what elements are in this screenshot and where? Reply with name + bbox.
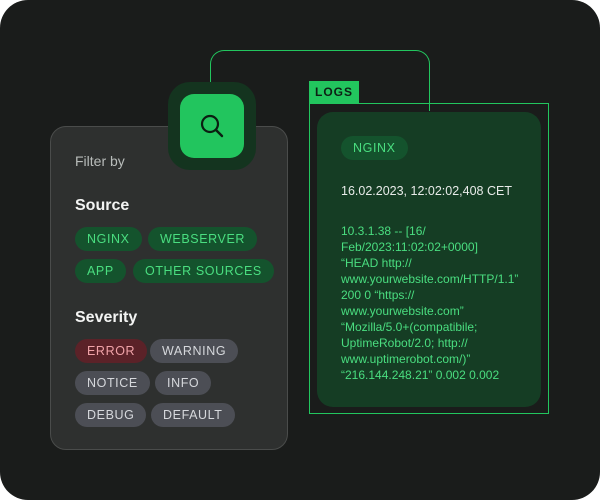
source-tag-nginx[interactable]: NGINX xyxy=(75,227,142,251)
source-tag-app[interactable]: APP xyxy=(75,259,126,283)
log-line: www.yourwebsite.com/HTTP/1.1” xyxy=(341,272,519,286)
filter-panel: Filter by Source NGINX WEBSERVER APP OTH… xyxy=(50,126,288,450)
search-icon xyxy=(200,114,224,138)
filter-title: Filter by xyxy=(75,153,125,169)
log-line: 10.3.1.38 -- [16/ xyxy=(341,224,426,238)
log-timestamp: 16.02.2023, 12:02:02,408 CET xyxy=(341,184,512,198)
log-line: UptimeRobot/2.0; http:// xyxy=(341,336,468,350)
log-source-tag: NGINX xyxy=(341,136,408,160)
log-line: “216.144.248.21” 0.002 0.002 xyxy=(341,368,500,382)
source-tag-webserver[interactable]: WEBSERVER xyxy=(148,227,258,251)
severity-tag-notice[interactable]: NOTICE xyxy=(75,371,150,395)
log-line: 200 0 “https:// xyxy=(341,288,415,302)
severity-heading: Severity xyxy=(75,309,138,326)
search-button-halo xyxy=(168,82,256,170)
search-button[interactable] xyxy=(180,94,244,158)
source-heading: Source xyxy=(75,197,130,214)
severity-tag-debug[interactable]: DEBUG xyxy=(75,403,147,427)
logs-label: LOGS xyxy=(309,81,359,103)
severity-tag-default[interactable]: DEFAULT xyxy=(151,403,235,427)
severity-tag-info[interactable]: INFO xyxy=(155,371,212,395)
log-line: www.yourwebsite.com” xyxy=(341,304,464,318)
log-line: Feb/2023:11:02:02+0000] xyxy=(341,240,478,254)
log-line: “Mozilla/5.0+(compatibile; xyxy=(341,320,478,334)
log-entry-card: NGINX 16.02.2023, 12:02:02,408 CET 10.3.… xyxy=(317,112,541,407)
illustration-canvas: Filter by Source NGINX WEBSERVER APP OTH… xyxy=(0,0,600,500)
severity-tag-error[interactable]: ERROR xyxy=(75,339,148,363)
severity-tag-warning[interactable]: WARNING xyxy=(150,339,239,363)
log-line: “HEAD http:// xyxy=(341,256,412,270)
log-line: www.uptimerobot.com/)” xyxy=(341,352,471,366)
source-tag-other-sources[interactable]: OTHER SOURCES xyxy=(133,259,274,283)
